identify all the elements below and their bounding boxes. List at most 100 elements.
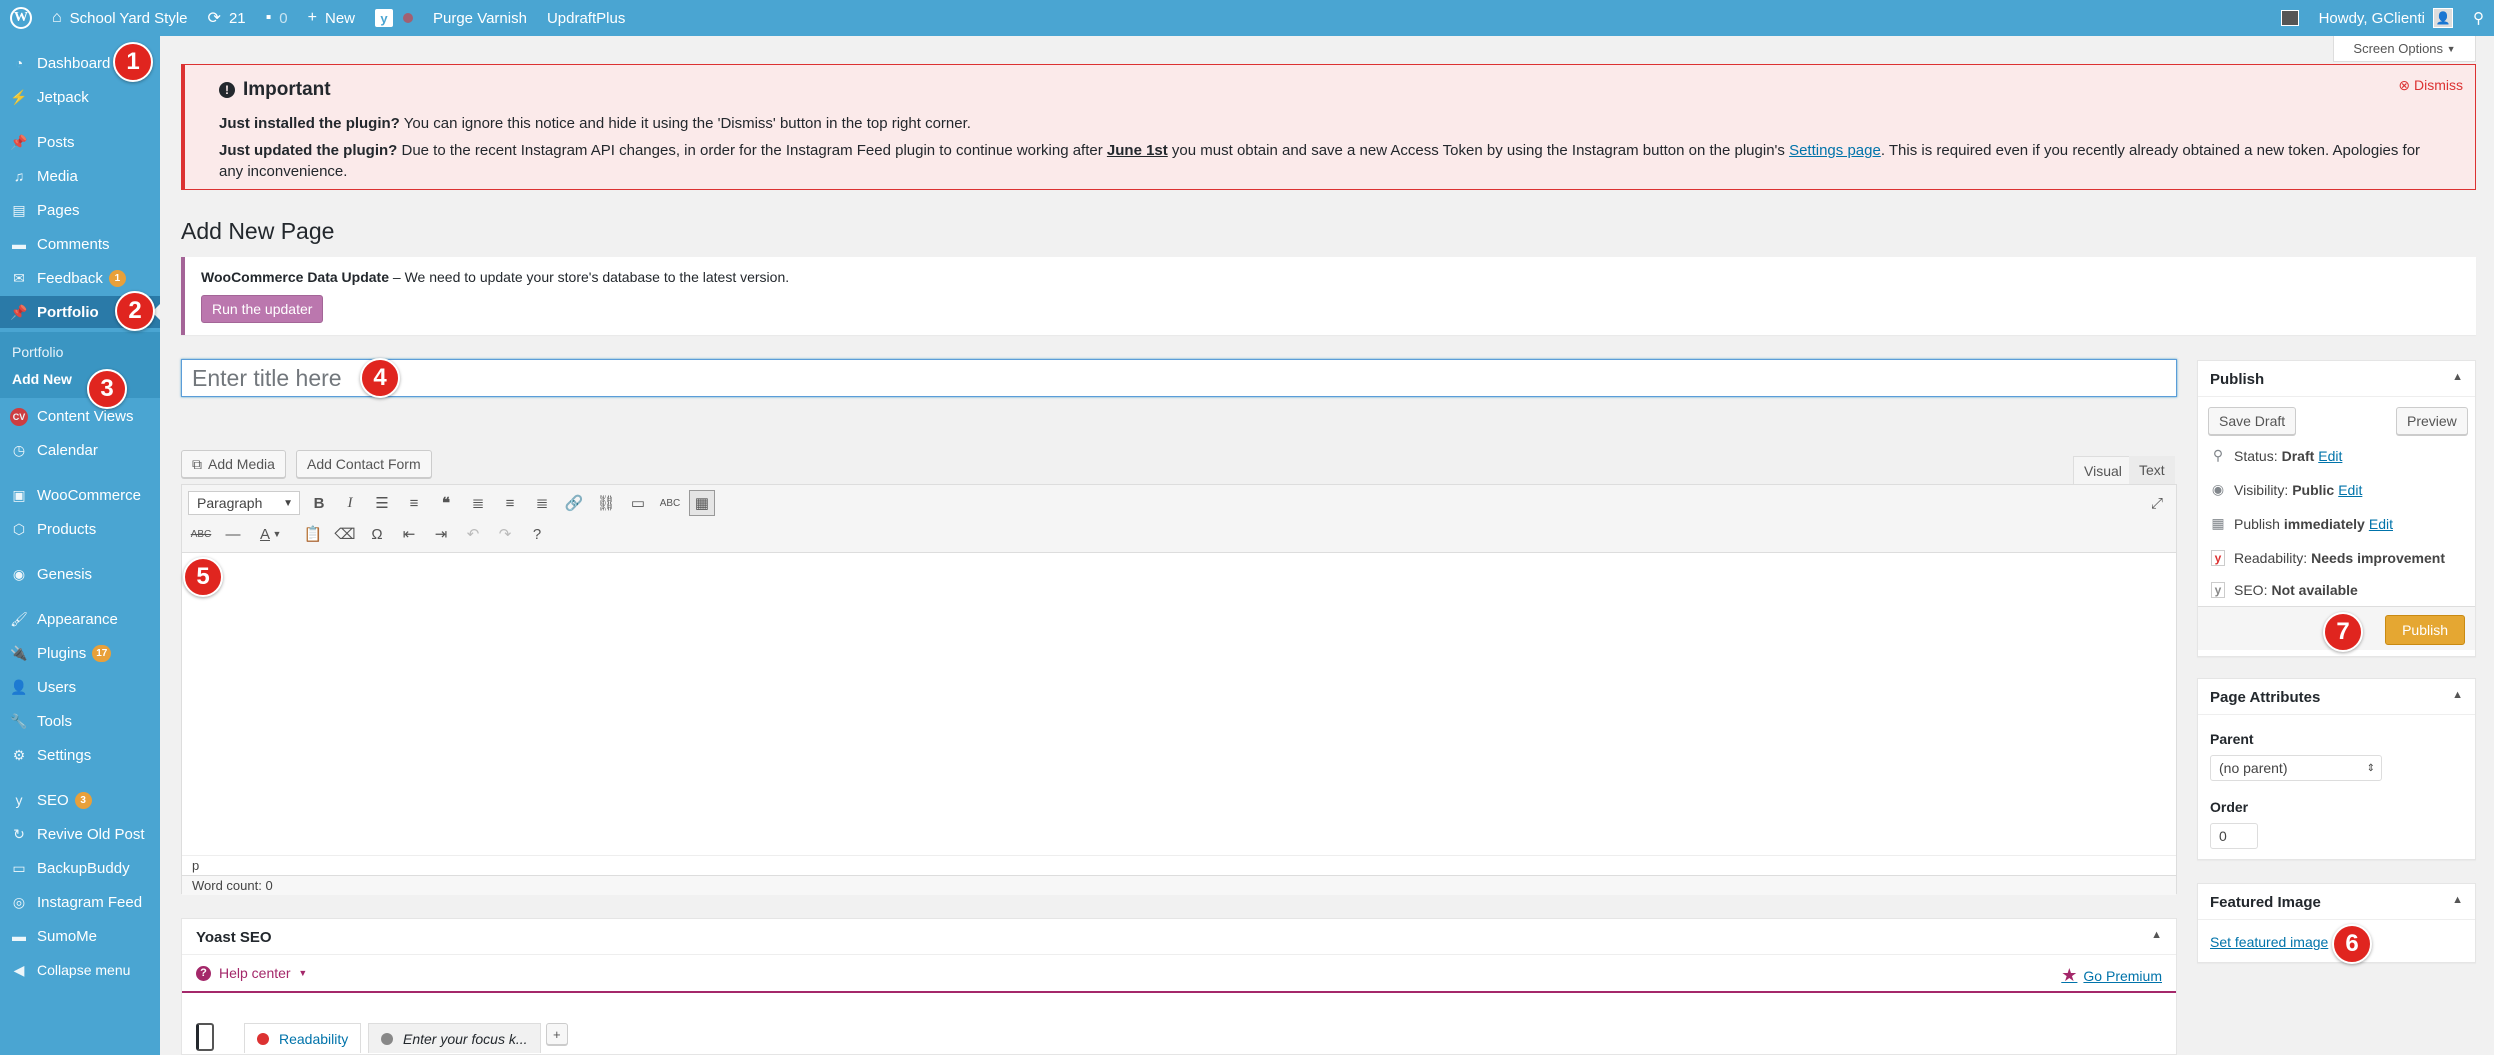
go-premium-link[interactable]: ★ Go Premium	[2061, 965, 2162, 986]
menu-feedback[interactable]: ✉ Feedback 1	[0, 262, 160, 294]
paste-text-icon[interactable]: 📋	[300, 521, 326, 547]
menu-appearance[interactable]: 🖌 Appearance	[0, 603, 160, 635]
add-contact-form-button[interactable]: Add Contact Form	[296, 450, 432, 478]
menu-calendar[interactable]: ◷ Calendar	[0, 434, 160, 466]
screen-options-toggle[interactable]: Screen Options ▼	[2333, 36, 2476, 62]
fullscreen-icon[interactable]: ⤢	[2144, 490, 2170, 516]
menu-instagram-feed[interactable]: ◎ Instagram Feed	[0, 886, 160, 918]
updates-link[interactable]: ⟳ 21	[198, 0, 256, 36]
special-character-icon[interactable]: Ω	[364, 521, 390, 547]
horizontal-line-icon[interactable]: —	[220, 521, 246, 547]
bold-icon[interactable]: B	[306, 490, 332, 516]
align-right-icon[interactable]: ≣	[529, 490, 555, 516]
menu-seo[interactable]: y SEO 3	[0, 784, 160, 816]
tab-text[interactable]: Text	[2129, 456, 2175, 484]
parent-select[interactable]: (no parent) ⇕	[2210, 755, 2382, 781]
menu-posts[interactable]: 📌 Posts	[0, 126, 160, 158]
menu-plugins[interactable]: 🔌 Plugins 17	[0, 637, 160, 669]
strikethrough-icon[interactable]: ABC	[188, 521, 214, 547]
site-name-link[interactable]: ⌂ School Yard Style	[42, 0, 198, 36]
comments-link[interactable]: ▪ 0	[256, 0, 298, 36]
undo-icon[interactable]: ↶	[460, 521, 486, 547]
save-draft-button[interactable]: Save Draft	[2208, 407, 2297, 435]
submenu-add-new[interactable]: Add New	[12, 371, 72, 387]
menu-content-views[interactable]: CV Content Views	[0, 400, 160, 432]
menu-tools[interactable]: 🔧 Tools	[0, 705, 160, 737]
edit-schedule-link[interactable]: Edit	[2369, 516, 2393, 532]
pin-icon: 📌	[10, 303, 28, 320]
edit-status-link[interactable]: Edit	[2318, 448, 2342, 464]
collapse-toggle-icon[interactable]: ▲	[2452, 894, 2463, 906]
appearance-icon: 🖌	[10, 610, 28, 627]
my-account-link[interactable]: Howdy, GClienti 👤	[2309, 0, 2463, 36]
dismiss-button[interactable]: ⊗ Dismiss	[2398, 77, 2463, 94]
blockquote-icon[interactable]: ❝	[433, 490, 459, 516]
tab-focus-keyword[interactable]: Enter your focus k...	[368, 1023, 541, 1053]
settings-page-link[interactable]: Settings page	[1789, 142, 1881, 159]
collapse-toggle-icon[interactable]: ▲	[2452, 371, 2463, 383]
wp-logo-menu[interactable]: W	[0, 0, 42, 36]
new-content-link[interactable]: + New	[298, 0, 365, 36]
dashboard-icon: ◔	[14, 55, 24, 71]
menu-backupbuddy[interactable]: ▭ BackupBuddy	[0, 852, 160, 884]
help-center-button[interactable]: ? Help center ▼	[196, 965, 307, 981]
link-icon[interactable]: 🔗	[561, 490, 587, 516]
menu-pages[interactable]: ▤ Pages	[0, 194, 160, 226]
notifications-link[interactable]	[2271, 0, 2309, 36]
comments-icon: ▬	[12, 236, 26, 252]
unlink-icon[interactable]: ⛓	[593, 490, 619, 516]
yoast-icon: y	[2211, 582, 2225, 598]
calendar-icon: ▦	[2211, 515, 2225, 531]
purge-varnish-link[interactable]: Purge Varnish	[423, 0, 537, 36]
redo-icon[interactable]: ↷	[492, 521, 518, 547]
order-input[interactable]: 0	[2210, 823, 2258, 849]
publish-box-title: Publish	[2210, 371, 2265, 388]
italic-icon[interactable]: I	[337, 490, 363, 516]
set-featured-image-link[interactable]: Set featured image	[2210, 934, 2328, 950]
add-media-button[interactable]: ⧉ Add Media	[181, 450, 286, 478]
menu-jetpack[interactable]: ⚡ Jetpack	[0, 81, 160, 113]
menu-woocommerce[interactable]: ▣ WooCommerce	[0, 479, 160, 511]
collapse-menu-button[interactable]: ◀ Collapse menu	[0, 954, 160, 986]
menu-sumome[interactable]: ▬ SumoMe	[0, 920, 160, 952]
spellcheck-icon[interactable]: ABC	[657, 490, 683, 516]
align-left-icon[interactable]: ≣	[465, 490, 491, 516]
menu-genesis[interactable]: ◉ Genesis	[0, 558, 160, 590]
run-updater-button[interactable]: Run the updater	[201, 295, 324, 323]
schedule-row: ▦ Publish immediately Edit	[2211, 515, 2393, 532]
menu-revive-old-post[interactable]: ↻ Revive Old Post	[0, 818, 160, 850]
tab-readability[interactable]: Readability	[244, 1023, 362, 1053]
menu-settings[interactable]: ⚙ Settings	[0, 739, 160, 771]
publish-button[interactable]: Publish	[2385, 615, 2465, 645]
menu-products[interactable]: ⬡ Products	[0, 513, 160, 545]
collapse-toggle-icon[interactable]: ▲	[2151, 929, 2162, 941]
add-keyword-button[interactable]: +	[546, 1023, 568, 1045]
updraftplus-link[interactable]: UpdraftPlus	[537, 0, 635, 36]
calendar-icon: ◷	[12, 441, 26, 458]
menu-comments[interactable]: ▬ Comments	[0, 228, 160, 260]
numbered-list-icon[interactable]: ≡	[401, 490, 427, 516]
toolbar-toggle-icon[interactable]: ▦	[689, 490, 715, 516]
indent-icon[interactable]: ⇥	[428, 521, 454, 547]
help-icon[interactable]: ?	[524, 521, 550, 547]
collapse-toggle-icon[interactable]: ▲	[2452, 689, 2463, 701]
text-color-chevron-icon[interactable]: ▼	[270, 521, 284, 547]
menu-users[interactable]: 👤 Users	[0, 671, 160, 703]
post-title-input[interactable]	[181, 359, 2177, 397]
edit-visibility-link[interactable]: Edit	[2338, 482, 2362, 498]
format-select[interactable]: Paragraph ▼	[188, 491, 300, 515]
outdent-icon[interactable]: ⇤	[396, 521, 422, 547]
yoast-adminbar-link[interactable]: y	[365, 0, 423, 36]
clear-formatting-icon[interactable]: ⌫	[332, 521, 358, 547]
bullet-list-icon[interactable]: ☰	[369, 490, 395, 516]
menu-media[interactable]: ♫ Media	[0, 160, 160, 192]
submenu-portfolio[interactable]: Portfolio	[12, 344, 63, 360]
pin-icon: ⚲	[2212, 447, 2224, 463]
search-link[interactable]: ⚲	[2463, 0, 2494, 36]
align-center-icon[interactable]: ≡	[497, 490, 523, 516]
editor-content-area[interactable]	[182, 553, 2176, 855]
tab-visual[interactable]: Visual	[2073, 456, 2133, 484]
read-more-icon[interactable]: ▭	[625, 490, 651, 516]
notification-icon	[2280, 10, 2299, 26]
preview-button[interactable]: Preview	[2396, 407, 2468, 435]
